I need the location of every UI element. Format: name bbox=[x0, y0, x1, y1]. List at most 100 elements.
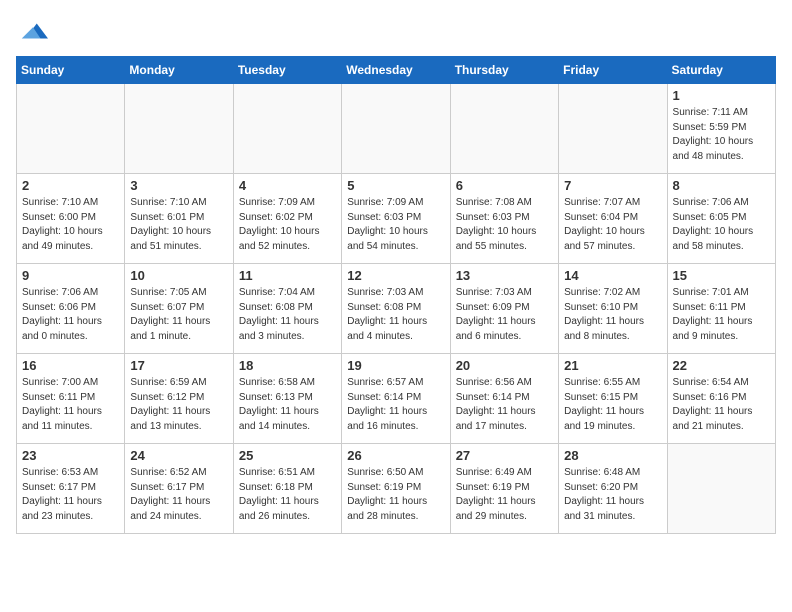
day-number: 24 bbox=[130, 448, 227, 463]
weekday-header-wednesday: Wednesday bbox=[342, 57, 450, 84]
day-number: 17 bbox=[130, 358, 227, 373]
day-info: Sunrise: 6:54 AM Sunset: 6:16 PM Dayligh… bbox=[673, 376, 770, 434]
day-info: Sunrise: 6:48 AM Sunset: 6:20 PM Dayligh… bbox=[564, 466, 661, 524]
day-info: Sunrise: 7:10 AM Sunset: 6:01 PM Dayligh… bbox=[130, 196, 227, 254]
calendar-cell bbox=[559, 84, 667, 174]
weekday-header-friday: Friday bbox=[559, 57, 667, 84]
day-number: 15 bbox=[673, 268, 770, 283]
day-info: Sunrise: 7:10 AM Sunset: 6:00 PM Dayligh… bbox=[22, 196, 119, 254]
calendar-cell: 7 Sunrise: 7:07 AM Sunset: 6:04 PM Daylig… bbox=[559, 174, 667, 264]
calendar-cell: 3 Sunrise: 7:10 AM Sunset: 6:01 PM Daylig… bbox=[125, 174, 233, 264]
weekday-header-monday: Monday bbox=[125, 57, 233, 84]
day-number: 21 bbox=[564, 358, 661, 373]
week-row-2: 2 Sunrise: 7:10 AM Sunset: 6:00 PM Daylig… bbox=[17, 174, 776, 264]
day-info: Sunrise: 7:11 AM Sunset: 5:59 PM Dayligh… bbox=[673, 106, 770, 164]
calendar-cell: 15 Sunrise: 7:01 AM Sunset: 6:11 PM Dayli… bbox=[667, 264, 775, 354]
calendar-cell: 12 Sunrise: 7:03 AM Sunset: 6:08 PM Dayli… bbox=[342, 264, 450, 354]
day-info: Sunrise: 6:50 AM Sunset: 6:19 PM Dayligh… bbox=[347, 466, 444, 524]
calendar-cell: 4 Sunrise: 7:09 AM Sunset: 6:02 PM Daylig… bbox=[233, 174, 341, 264]
day-info: Sunrise: 7:07 AM Sunset: 6:04 PM Dayligh… bbox=[564, 196, 661, 254]
day-number: 28 bbox=[564, 448, 661, 463]
day-number: 8 bbox=[673, 178, 770, 193]
day-info: Sunrise: 6:58 AM Sunset: 6:13 PM Dayligh… bbox=[239, 376, 336, 434]
day-info: Sunrise: 7:03 AM Sunset: 6:08 PM Dayligh… bbox=[347, 286, 444, 344]
calendar-cell: 13 Sunrise: 7:03 AM Sunset: 6:09 PM Dayli… bbox=[450, 264, 558, 354]
day-info: Sunrise: 7:00 AM Sunset: 6:11 PM Dayligh… bbox=[22, 376, 119, 434]
day-info: Sunrise: 7:01 AM Sunset: 6:11 PM Dayligh… bbox=[673, 286, 770, 344]
week-row-3: 9Sunrise: 7:06 AM Sunset: 6:06 PM Daylig… bbox=[17, 264, 776, 354]
calendar-cell bbox=[17, 84, 125, 174]
day-number: 5 bbox=[347, 178, 444, 193]
page-header bbox=[16, 16, 776, 46]
day-number: 18 bbox=[239, 358, 336, 373]
calendar-cell: 22 Sunrise: 6:54 AM Sunset: 6:16 PM Dayli… bbox=[667, 354, 775, 444]
day-info: Sunrise: 7:04 AM Sunset: 6:08 PM Dayligh… bbox=[239, 286, 336, 344]
day-number: 20 bbox=[456, 358, 553, 373]
calendar-cell: 17 Sunrise: 6:59 AM Sunset: 6:12 PM Dayli… bbox=[125, 354, 233, 444]
week-row-4: 16 Sunrise: 7:00 AM Sunset: 6:11 PM Dayli… bbox=[17, 354, 776, 444]
calendar-cell: 6 Sunrise: 7:08 AM Sunset: 6:03 PM Daylig… bbox=[450, 174, 558, 264]
calendar-cell: 1 Sunrise: 7:11 AM Sunset: 5:59 PM Daylig… bbox=[667, 84, 775, 174]
day-info: Sunrise: 6:49 AM Sunset: 6:19 PM Dayligh… bbox=[456, 466, 553, 524]
calendar-cell: 11 Sunrise: 7:04 AM Sunset: 6:08 PM Dayli… bbox=[233, 264, 341, 354]
weekday-header-saturday: Saturday bbox=[667, 57, 775, 84]
day-number: 7 bbox=[564, 178, 661, 193]
day-number: 22 bbox=[673, 358, 770, 373]
calendar-cell: 16 Sunrise: 7:00 AM Sunset: 6:11 PM Dayli… bbox=[17, 354, 125, 444]
day-number: 25 bbox=[239, 448, 336, 463]
day-info: Sunrise: 6:55 AM Sunset: 6:15 PM Dayligh… bbox=[564, 376, 661, 434]
day-info: Sunrise: 7:03 AM Sunset: 6:09 PM Dayligh… bbox=[456, 286, 553, 344]
day-number: 6 bbox=[456, 178, 553, 193]
calendar-cell bbox=[342, 84, 450, 174]
day-info: Sunrise: 7:05 AM Sunset: 6:07 PM Dayligh… bbox=[130, 286, 227, 344]
day-info: Sunrise: 6:52 AM Sunset: 6:17 PM Dayligh… bbox=[130, 466, 227, 524]
day-number: 27 bbox=[456, 448, 553, 463]
calendar-cell: 26 Sunrise: 6:50 AM Sunset: 6:19 PM Dayli… bbox=[342, 444, 450, 534]
weekday-header-row: SundayMondayTuesdayWednesdayThursdayFrid… bbox=[17, 57, 776, 84]
calendar-cell bbox=[125, 84, 233, 174]
calendar-cell: 20 Sunrise: 6:56 AM Sunset: 6:14 PM Dayli… bbox=[450, 354, 558, 444]
day-number: 4 bbox=[239, 178, 336, 193]
day-number: 16 bbox=[22, 358, 119, 373]
calendar-cell: 2 Sunrise: 7:10 AM Sunset: 6:00 PM Daylig… bbox=[17, 174, 125, 264]
week-row-1: 1 Sunrise: 7:11 AM Sunset: 5:59 PM Daylig… bbox=[17, 84, 776, 174]
day-number: 11 bbox=[239, 268, 336, 283]
day-number: 19 bbox=[347, 358, 444, 373]
day-number: 13 bbox=[456, 268, 553, 283]
calendar-table: SundayMondayTuesdayWednesdayThursdayFrid… bbox=[16, 56, 776, 534]
weekday-header-tuesday: Tuesday bbox=[233, 57, 341, 84]
day-number: 14 bbox=[564, 268, 661, 283]
calendar-cell bbox=[667, 444, 775, 534]
calendar-cell: 24 Sunrise: 6:52 AM Sunset: 6:17 PM Dayli… bbox=[125, 444, 233, 534]
calendar-cell: 8 Sunrise: 7:06 AM Sunset: 6:05 PM Daylig… bbox=[667, 174, 775, 264]
weekday-header-thursday: Thursday bbox=[450, 57, 558, 84]
day-number: 1 bbox=[673, 88, 770, 103]
calendar-cell: 23Sunrise: 6:53 AM Sunset: 6:17 PM Dayli… bbox=[17, 444, 125, 534]
day-number: 12 bbox=[347, 268, 444, 283]
day-info: Sunrise: 6:56 AM Sunset: 6:14 PM Dayligh… bbox=[456, 376, 553, 434]
day-info: Sunrise: 6:51 AM Sunset: 6:18 PM Dayligh… bbox=[239, 466, 336, 524]
day-number: 2 bbox=[22, 178, 119, 193]
day-number: 23 bbox=[22, 448, 119, 463]
calendar-cell: 5Sunrise: 7:09 AM Sunset: 6:03 PM Daylig… bbox=[342, 174, 450, 264]
calendar-cell bbox=[450, 84, 558, 174]
logo-icon bbox=[18, 16, 48, 46]
calendar-cell: 9Sunrise: 7:06 AM Sunset: 6:06 PM Daylig… bbox=[17, 264, 125, 354]
day-info: Sunrise: 7:08 AM Sunset: 6:03 PM Dayligh… bbox=[456, 196, 553, 254]
day-info: Sunrise: 7:02 AM Sunset: 6:10 PM Dayligh… bbox=[564, 286, 661, 344]
calendar-cell bbox=[233, 84, 341, 174]
calendar-cell: 14 Sunrise: 7:02 AM Sunset: 6:10 PM Dayli… bbox=[559, 264, 667, 354]
logo bbox=[16, 16, 48, 46]
day-number: 26 bbox=[347, 448, 444, 463]
day-info: Sunrise: 7:06 AM Sunset: 6:05 PM Dayligh… bbox=[673, 196, 770, 254]
day-info: Sunrise: 7:09 AM Sunset: 6:02 PM Dayligh… bbox=[239, 196, 336, 254]
calendar-cell: 28 Sunrise: 6:48 AM Sunset: 6:20 PM Dayli… bbox=[559, 444, 667, 534]
day-number: 10 bbox=[130, 268, 227, 283]
calendar-cell: 18 Sunrise: 6:58 AM Sunset: 6:13 PM Dayli… bbox=[233, 354, 341, 444]
day-info: Sunrise: 6:59 AM Sunset: 6:12 PM Dayligh… bbox=[130, 376, 227, 434]
calendar-cell: 21 Sunrise: 6:55 AM Sunset: 6:15 PM Dayli… bbox=[559, 354, 667, 444]
day-number: 3 bbox=[130, 178, 227, 193]
day-info: Sunrise: 7:06 AM Sunset: 6:06 PM Dayligh… bbox=[22, 286, 119, 344]
calendar-cell: 10 Sunrise: 7:05 AM Sunset: 6:07 PM Dayli… bbox=[125, 264, 233, 354]
calendar-cell: 27 Sunrise: 6:49 AM Sunset: 6:19 PM Dayli… bbox=[450, 444, 558, 534]
